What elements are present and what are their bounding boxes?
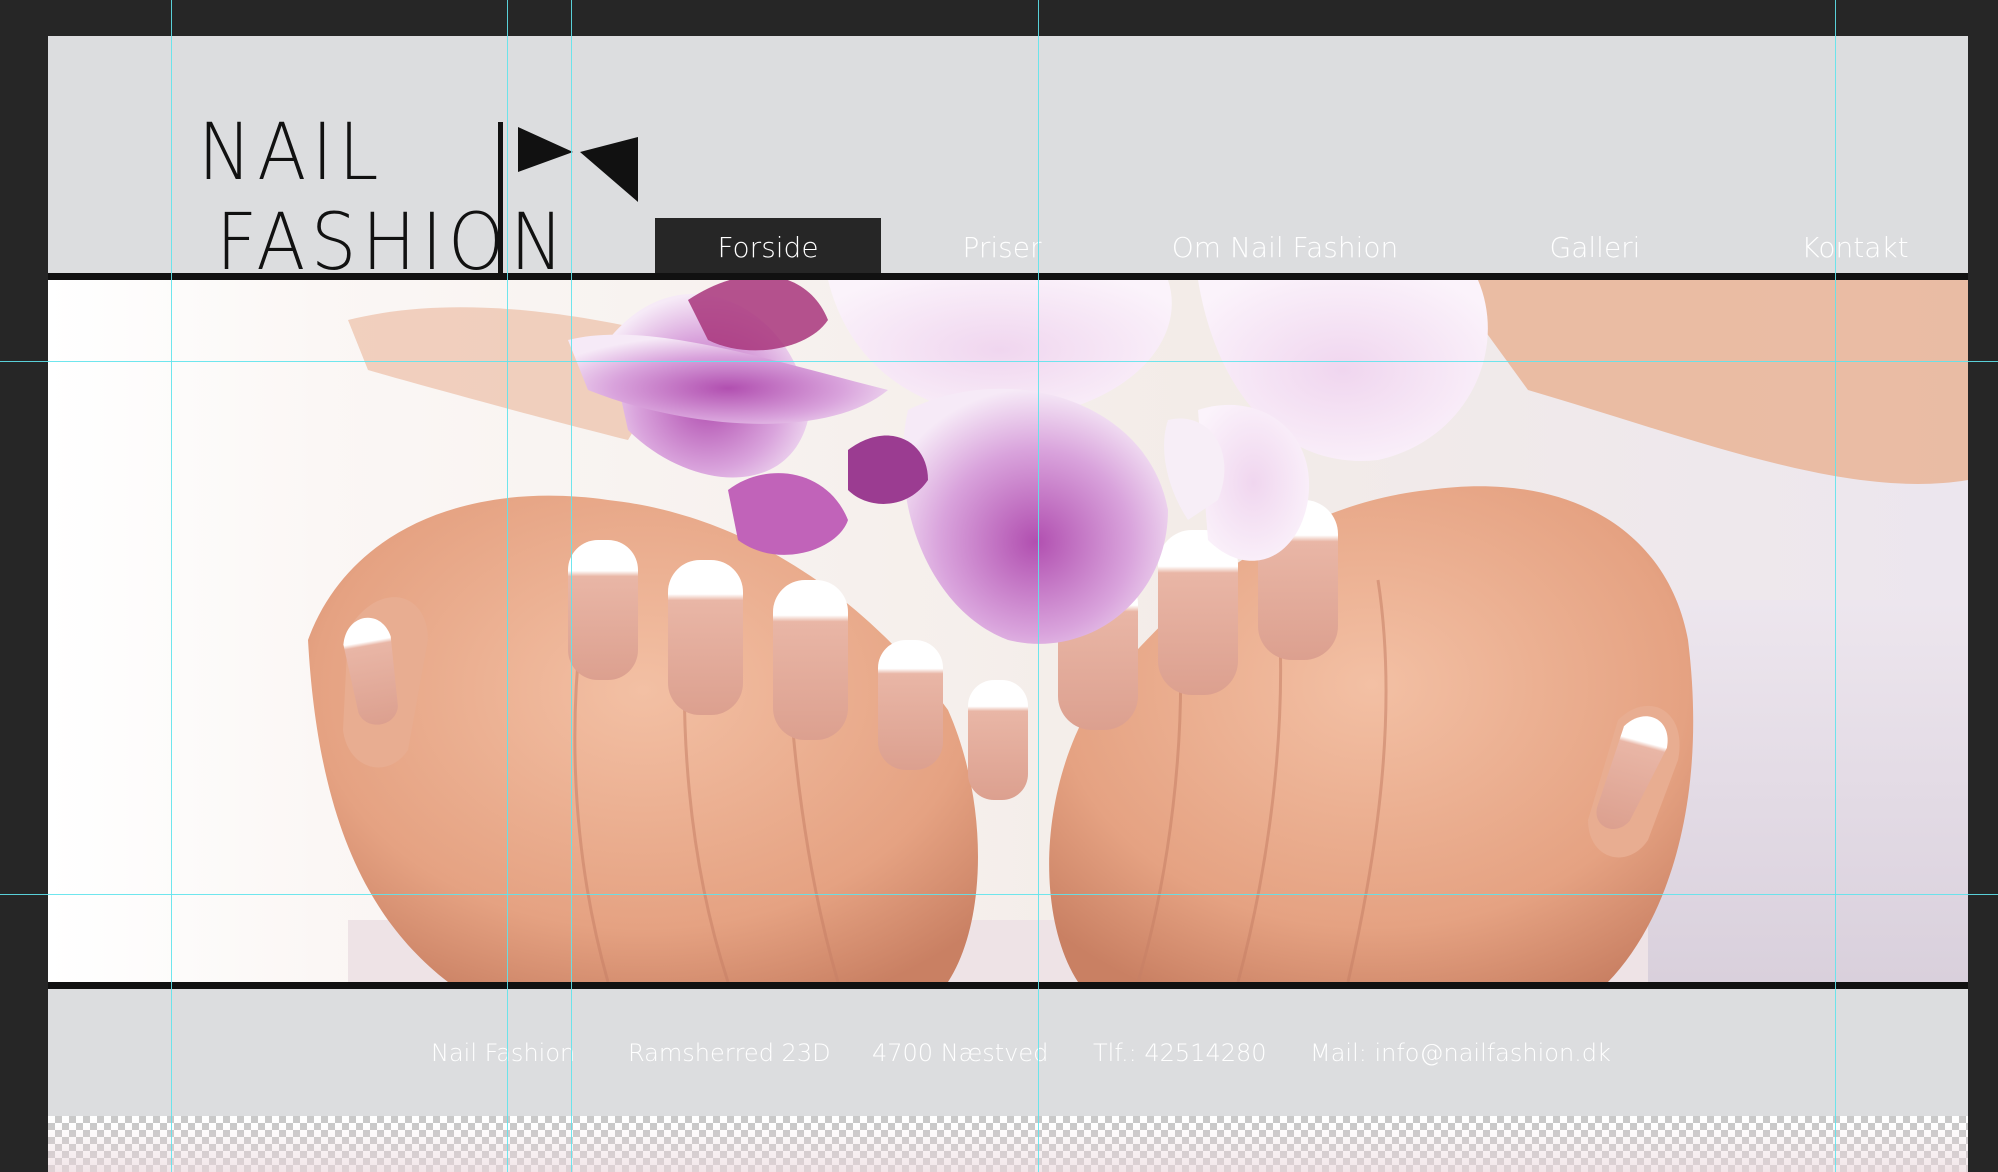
footer-company-name: Nail Fashion (431, 1039, 576, 1067)
footer-address: Ramsherred 23D (628, 1039, 831, 1067)
guide-line-vertical[interactable] (1038, 0, 1039, 1172)
guide-line-vertical[interactable] (171, 0, 172, 1172)
header-divider (48, 273, 1968, 280)
nav-item-om-nail-fashion[interactable]: Om Nail Fashion (1135, 218, 1435, 273)
site-logo[interactable]: NAIL FASHION (146, 82, 638, 282)
guide-line-vertical[interactable] (1835, 0, 1836, 1172)
nav-item-forside[interactable]: Forside (655, 218, 881, 273)
guide-line-vertical[interactable] (571, 0, 572, 1172)
footer-divider (48, 982, 1968, 989)
guide-line-horizontal[interactable] (0, 361, 1998, 362)
guide-line-vertical[interactable] (507, 0, 508, 1172)
hero-banner (48, 280, 1968, 982)
logo-bar-icon (498, 122, 503, 274)
bow-tie-icon (518, 127, 638, 202)
site-header: NAIL FASHION Forside Priser Om Nail Fash… (48, 36, 1968, 282)
footer-city: 4700 Næstved (872, 1039, 1049, 1067)
logo-word-nail: NAIL (198, 108, 384, 198)
site-footer: Nail Fashion Ramsherred 23D 4700 Næstved… (48, 991, 1968, 1109)
nav-item-galleri[interactable]: Galleri (1485, 218, 1705, 273)
logo-word-fashion: FASHION (216, 198, 570, 288)
page-canvas: NAIL FASHION Forside Priser Om Nail Fash… (48, 36, 1968, 1172)
footer-phone[interactable]: Tlf.: 42514280 (1093, 1039, 1267, 1067)
nav-item-kontakt[interactable]: Kontakt (1735, 218, 1975, 273)
hero-photo (308, 280, 1968, 982)
guide-line-horizontal[interactable] (0, 894, 1998, 895)
image-overflow-fade (48, 1124, 1968, 1172)
nav-item-priser[interactable]: Priser (917, 218, 1087, 273)
footer-email[interactable]: Mail: info@nailfashion.dk (1310, 1039, 1611, 1067)
